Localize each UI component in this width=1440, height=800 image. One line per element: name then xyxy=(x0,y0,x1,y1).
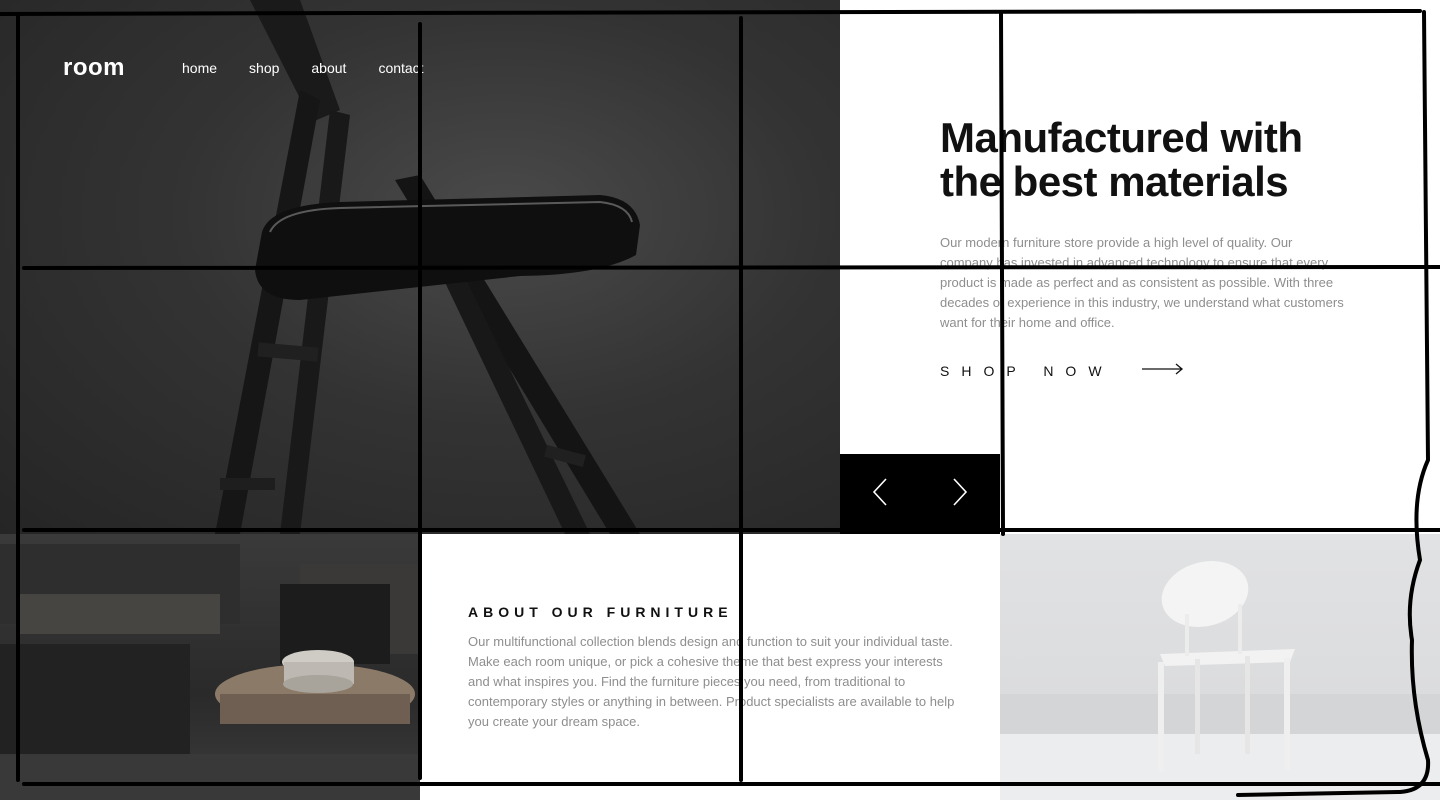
slider-prev-button[interactable] xyxy=(840,454,920,534)
about-section: ABOUT OUR FURNITURE Our multifunctional … xyxy=(420,534,1000,800)
nav-shop[interactable]: shop xyxy=(249,60,279,76)
shop-now-button[interactable]: SHOP NOW xyxy=(940,362,1184,380)
about-title: ABOUT OUR FURNITURE xyxy=(468,604,733,620)
white-chair-image xyxy=(1000,534,1440,800)
brand-logo[interactable]: room xyxy=(63,54,125,82)
folding-chair-illustration xyxy=(215,0,640,534)
white-chair-illustration xyxy=(1000,561,1440,800)
main-nav: home shop about contact xyxy=(182,60,424,76)
chevron-right-icon xyxy=(952,477,968,511)
nav-about[interactable]: about xyxy=(311,60,346,76)
arrow-right-icon xyxy=(1141,362,1184,380)
hero-description: Our modern furniture store provide a hig… xyxy=(940,235,1344,330)
chevron-left-icon xyxy=(872,477,888,511)
slider-next-button[interactable] xyxy=(920,454,1000,534)
dark-interior-image xyxy=(0,534,420,800)
about-description: Our multifunctional collection blends de… xyxy=(468,634,955,729)
nav-home[interactable]: home xyxy=(182,60,217,76)
living-room-illustration xyxy=(0,544,420,800)
hero-image: room home shop about contact xyxy=(0,0,840,534)
nav-contact[interactable]: contact xyxy=(378,60,423,76)
slider-controls xyxy=(840,454,1000,534)
hero-headline: Manufactured with the best materials xyxy=(940,114,1303,205)
shop-now-label: SHOP NOW xyxy=(940,363,1114,379)
